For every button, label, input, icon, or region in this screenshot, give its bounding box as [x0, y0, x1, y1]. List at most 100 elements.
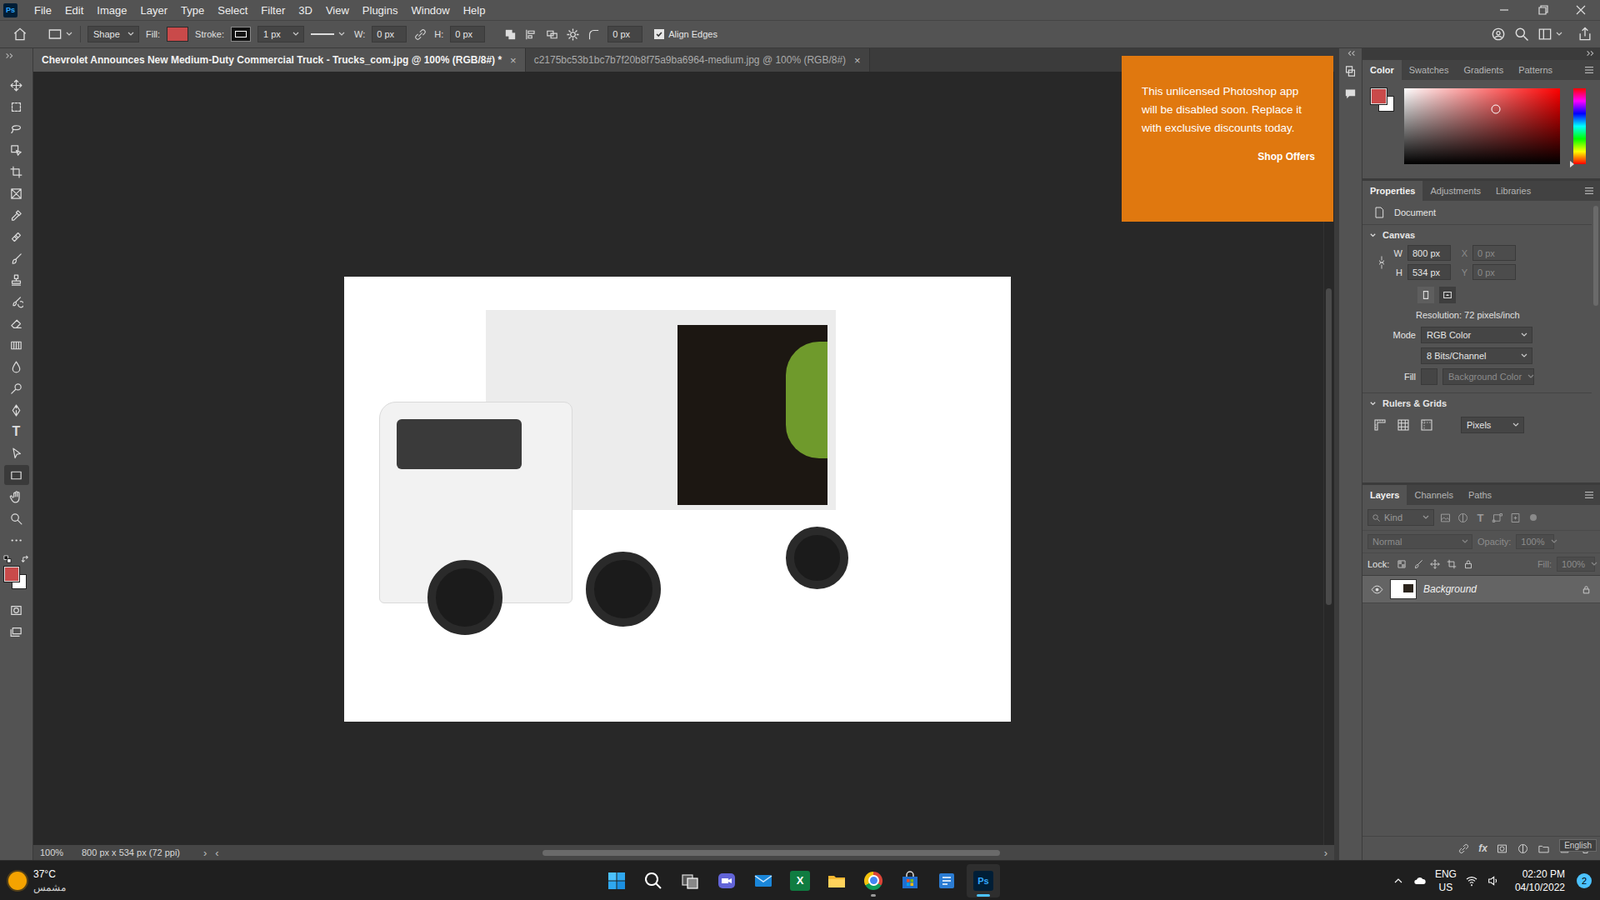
height-field[interactable]: 0 px: [450, 25, 485, 43]
landscape-button[interactable]: [1439, 286, 1456, 304]
search-taskbar-button[interactable]: [636, 864, 670, 898]
scroll-thumb[interactable]: [542, 850, 1000, 856]
align-edges-checkbox[interactable]: Align Edges: [654, 29, 718, 40]
history-icon[interactable]: [1343, 64, 1358, 79]
brush-tool[interactable]: [4, 248, 30, 269]
panel-tab[interactable]: Adjustments: [1422, 180, 1489, 201]
menu-item[interactable]: Image: [90, 4, 134, 17]
onedrive-icon[interactable]: [1413, 874, 1427, 888]
mail-taskbar-button[interactable]: [746, 864, 780, 898]
comments-icon[interactable]: [1343, 86, 1358, 101]
tool-mode-dropdown[interactable]: Shape: [87, 25, 140, 43]
close-icon[interactable]: [1561, 0, 1600, 20]
zoom-tool[interactable]: [4, 508, 30, 529]
panel-tab[interactable]: Properties: [1362, 180, 1423, 201]
corner-radius-field[interactable]: 0 px: [607, 25, 643, 43]
crop-tool[interactable]: [4, 161, 30, 182]
scroll-thumb[interactable]: [1325, 288, 1332, 605]
status-menu-button[interactable]: ›: [203, 846, 207, 860]
chrome-taskbar-button[interactable]: [856, 864, 890, 898]
horizontal-scrollbar[interactable]: [227, 849, 1316, 857]
adjust-icon[interactable]: [1516, 842, 1530, 855]
stroke-swatch[interactable]: [230, 26, 251, 42]
document-tab[interactable]: c2175bc53b1bc7b7f20b8f75a9ba6964-medium.…: [525, 48, 870, 72]
lock-position-icon[interactable]: [1429, 558, 1441, 570]
color-mode-dropdown[interactable]: RGB Color: [1420, 326, 1533, 344]
blur-tool[interactable]: [4, 356, 30, 377]
gear-icon[interactable]: [565, 27, 580, 42]
excel-taskbar-button[interactable]: X: [783, 864, 817, 898]
panel-tab[interactable]: Channels: [1406, 485, 1460, 505]
link-dimensions-icon[interactable]: [1377, 253, 1386, 272]
portrait-button[interactable]: [1417, 286, 1435, 304]
menu-item[interactable]: Select: [210, 4, 255, 17]
menu-item[interactable]: Edit: [58, 4, 90, 17]
screenmode-tool[interactable]: [4, 621, 30, 642]
scroll-right-button[interactable]: ›: [1324, 846, 1328, 860]
lock-icon[interactable]: [1580, 584, 1592, 595]
lock-artboard-icon[interactable]: [1445, 558, 1458, 570]
panel-menu-icon[interactable]: [1583, 186, 1595, 195]
collapse-icon[interactable]: [1345, 49, 1357, 58]
filter-toggle[interactable]: [1530, 514, 1537, 521]
move-tool[interactable]: [4, 75, 30, 95]
objectselect-tool[interactable]: [4, 140, 30, 160]
fill-dropdown[interactable]: Background Color: [1442, 368, 1535, 385]
panel-tab[interactable]: Gradients: [1455, 60, 1511, 80]
menu-item[interactable]: 3D: [291, 4, 320, 17]
blend-mode-dropdown[interactable]: Normal: [1367, 534, 1473, 550]
store-taskbar-button[interactable]: [893, 864, 927, 898]
adjustment-filter-icon[interactable]: [1456, 511, 1470, 525]
collapse-icon[interactable]: [1585, 49, 1597, 58]
properties-scrollbar[interactable]: [1591, 200, 1600, 483]
layer-filter-dropdown[interactable]: Kind: [1367, 509, 1435, 526]
document-image[interactable]: [344, 276, 1011, 722]
canvas-y-field[interactable]: 0 px: [1472, 264, 1516, 280]
stamp-tool[interactable]: [4, 270, 30, 290]
stroke-style-dropdown[interactable]: [310, 30, 348, 39]
photoshop-taskbar-button[interactable]: Ps: [966, 864, 1000, 898]
eyedropper-tool[interactable]: [4, 205, 30, 225]
notification-badge[interactable]: 2: [1576, 873, 1592, 889]
menu-item[interactable]: Layer: [134, 4, 175, 17]
eraser-tool[interactable]: [4, 313, 30, 334]
menu-item[interactable]: Plugins: [355, 4, 405, 17]
volume-icon[interactable]: [1486, 874, 1500, 888]
canvas-x-field[interactable]: 0 px: [1472, 245, 1516, 261]
menu-item[interactable]: Window: [404, 4, 456, 17]
fill-swatch[interactable]: [1420, 368, 1438, 385]
teams-taskbar-button[interactable]: [710, 864, 744, 898]
panel-tab[interactable]: Swatches: [1401, 60, 1457, 80]
foreground-color[interactable]: [1370, 88, 1387, 105]
weather-widget[interactable]: 37°Cمشمس: [8, 867, 175, 895]
lasso-tool[interactable]: [4, 118, 30, 139]
frame-tool[interactable]: [4, 183, 30, 204]
guides-icon[interactable]: [1419, 417, 1435, 433]
hue-slider[interactable]: [1573, 88, 1586, 165]
link-icon[interactable]: [1457, 842, 1470, 855]
layer-row[interactable]: Background: [1362, 575, 1600, 604]
quickmask-tool[interactable]: [4, 600, 30, 620]
share-icon[interactable]: [1576, 25, 1594, 43]
restore-icon[interactable]: [1523, 0, 1562, 20]
path-alignment-icon[interactable]: [524, 27, 539, 42]
historybrush-tool[interactable]: [4, 291, 30, 312]
default-colors-icon[interactable]: [3, 555, 13, 565]
lock-transparency-icon[interactable]: [1395, 558, 1408, 570]
ruler-icon[interactable]: [1372, 417, 1388, 433]
rulers-section-header[interactable]: Rulers & Grids: [1362, 392, 1592, 414]
opacity-field[interactable]: 100%: [1515, 534, 1555, 550]
expand-icon[interactable]: [4, 51, 16, 60]
tool-preset-picker[interactable]: [46, 25, 74, 43]
minimize-icon[interactable]: [1485, 0, 1524, 20]
panel-menu-icon[interactable]: [1583, 490, 1595, 500]
home-icon[interactable]: [11, 25, 29, 43]
dodge-tool[interactable]: [4, 378, 30, 399]
color-picker-marker[interactable]: [1491, 105, 1501, 115]
panel-tab[interactable]: Patterns: [1510, 60, 1560, 80]
shape-filter-icon[interactable]: [1491, 511, 1505, 525]
menu-item[interactable]: View: [319, 4, 356, 17]
lock-all-icon[interactable]: [1462, 558, 1475, 570]
stroke-width-dropdown[interactable]: 1 px: [257, 25, 305, 43]
clock[interactable]: 02:20 PM04/10/2022: [1515, 867, 1565, 895]
